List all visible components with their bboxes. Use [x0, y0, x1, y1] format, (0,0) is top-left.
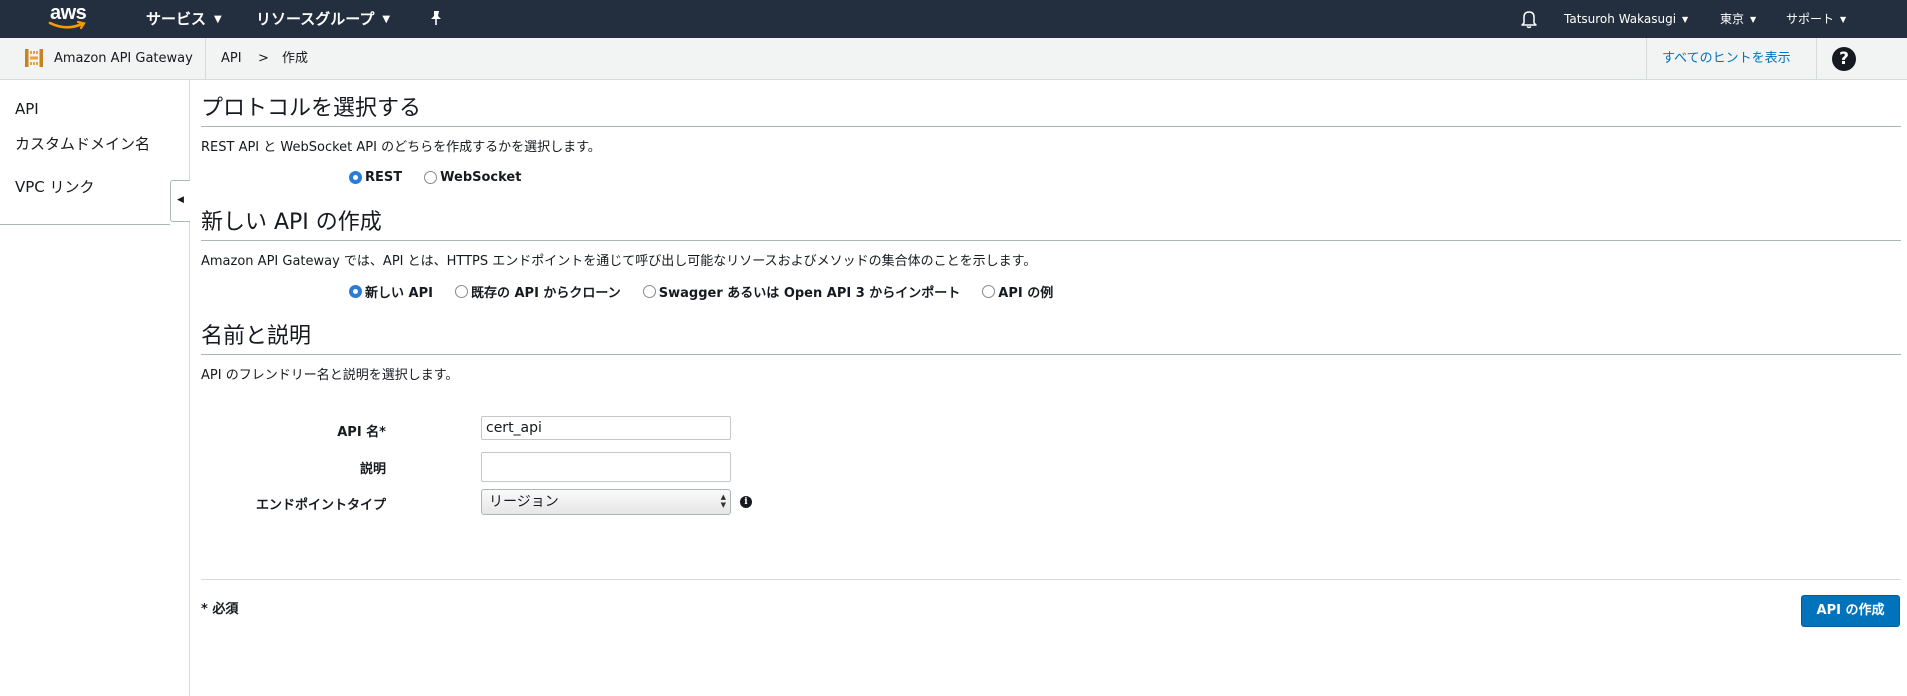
create-api-button[interactable]: API の作成 [1801, 595, 1900, 627]
description-label: 説明 [359, 462, 386, 477]
service-header: Amazon API Gateway API > 作成 すべてのヒントを表示 ? [0, 38, 1907, 80]
breadcrumb-api[interactable]: API [221, 38, 242, 80]
resource-groups-label: リソースグループ [256, 10, 375, 28]
protocol-radio-group: REST WebSocket [349, 167, 543, 187]
sidebar-collapse-button[interactable]: ◀ [170, 180, 190, 222]
resource-groups-menu[interactable]: リソースグループ ▼ [256, 0, 390, 38]
name-section-description: API のフレンドリー名と説明を選択します。 [201, 368, 459, 383]
bell-icon[interactable] [1520, 9, 1538, 29]
radio-new-api[interactable]: 新しい API [349, 282, 433, 301]
radio-label: WebSocket [440, 169, 522, 185]
pin-icon[interactable] [428, 10, 444, 26]
user-menu[interactable]: Tatsuroh Wakasugi ▼ [1564, 0, 1688, 38]
radio-unselected-icon [982, 284, 996, 298]
radio-clone-api[interactable]: 既存の API からクローン [454, 282, 621, 301]
aws-smile-icon [48, 20, 86, 30]
radio-rest[interactable]: REST [349, 170, 402, 185]
divider [1646, 38, 1647, 80]
chevron-down-icon: ▼ [1840, 15, 1847, 24]
new-api-description: Amazon API Gateway では、API とは、HTTPS エンドポイ… [201, 254, 1037, 269]
radio-import-swagger[interactable]: Swagger あるいは Open API 3 からインポート [642, 282, 961, 301]
radio-unselected-icon [642, 284, 656, 298]
radio-label: 新しい API [365, 285, 433, 301]
section-divider [201, 126, 1901, 127]
section-divider [201, 354, 1901, 355]
sidebar-item-vpc-link[interactable]: VPC リンク [15, 176, 95, 197]
protocol-section-title: プロトコルを選択する [201, 96, 422, 121]
chevron-left-icon: ◀ [177, 195, 184, 205]
endpoint-type-value: リージョン [489, 494, 559, 510]
top-navigation-bar: aws サービス ▼ リソースグループ ▼ Tatsuroh Wakasugi ▼ 東… [0, 0, 1907, 38]
services-label: サービス [146, 10, 207, 28]
chevron-down-icon: ▼ [214, 14, 222, 25]
service-name[interactable]: Amazon API Gateway [54, 38, 193, 80]
radio-label: Swagger あるいは Open API 3 からインポート [658, 285, 961, 301]
sidebar-item-custom-domain[interactable]: カスタムドメイン名 [15, 133, 150, 154]
radio-selected-icon [349, 170, 362, 184]
chevron-down-icon: ▼ [1750, 15, 1757, 24]
required-note: * 必須 [201, 602, 239, 617]
new-api-section-title: 新しい API の作成 [201, 210, 382, 235]
new-api-radio-group: 新しい API 既存の API からクローン Swagger あるいは Open… [349, 281, 1075, 301]
divider [1816, 38, 1817, 80]
description-input[interactable] [481, 452, 731, 482]
support-menu[interactable]: サポート ▼ [1786, 0, 1846, 38]
radio-selected-icon [349, 284, 362, 298]
support-label: サポート [1786, 12, 1835, 26]
region-name: 東京 [1720, 12, 1745, 26]
radio-example-api[interactable]: API の例 [982, 282, 1053, 301]
radio-label: 既存の API からクローン [470, 285, 621, 301]
select-arrows-icon: ▲ ▼ [720, 493, 726, 509]
api-name-input[interactable] [481, 416, 731, 440]
name-section-title: 名前と説明 [201, 324, 312, 349]
radio-unselected-icon [454, 284, 468, 298]
api-gateway-icon [25, 49, 43, 67]
help-icon[interactable]: ? [1832, 47, 1856, 71]
info-icon[interactable]: i [740, 496, 752, 508]
region-menu[interactable]: 東京 ▼ [1720, 0, 1756, 38]
services-menu[interactable]: サービス ▼ [146, 0, 222, 38]
radio-label: REST [365, 169, 403, 185]
protocol-description: REST API と WebSocket API のどちらを作成するかを選択しま… [201, 140, 601, 155]
sidebar: API カスタムドメイン名 VPC リンク ◀ [0, 80, 190, 696]
endpoint-type-select[interactable]: リージョン ▲ ▼ [481, 489, 731, 515]
radio-unselected-icon [424, 170, 438, 184]
chevron-down-icon: ▼ [382, 14, 391, 25]
divider [205, 38, 206, 80]
api-name-label: API 名* [337, 425, 386, 440]
endpoint-type-label: エンドポイントタイプ [255, 498, 386, 513]
chevron-down-icon: ▼ [1682, 15, 1689, 24]
breadcrumb-current: 作成 [282, 51, 309, 66]
radio-label: API の例 [998, 285, 1054, 301]
sidebar-divider [0, 224, 170, 225]
footer-divider [201, 579, 1901, 580]
user-name: Tatsuroh Wakasugi [1564, 12, 1677, 26]
sidebar-item-api[interactable]: API [15, 100, 39, 118]
section-divider [201, 240, 1901, 241]
breadcrumb-separator: > [258, 51, 269, 66]
aws-logo[interactable]: aws [48, 2, 92, 34]
show-all-hints-link[interactable]: すべてのヒントを表示 [1662, 38, 1791, 80]
radio-websocket[interactable]: WebSocket [424, 170, 521, 185]
